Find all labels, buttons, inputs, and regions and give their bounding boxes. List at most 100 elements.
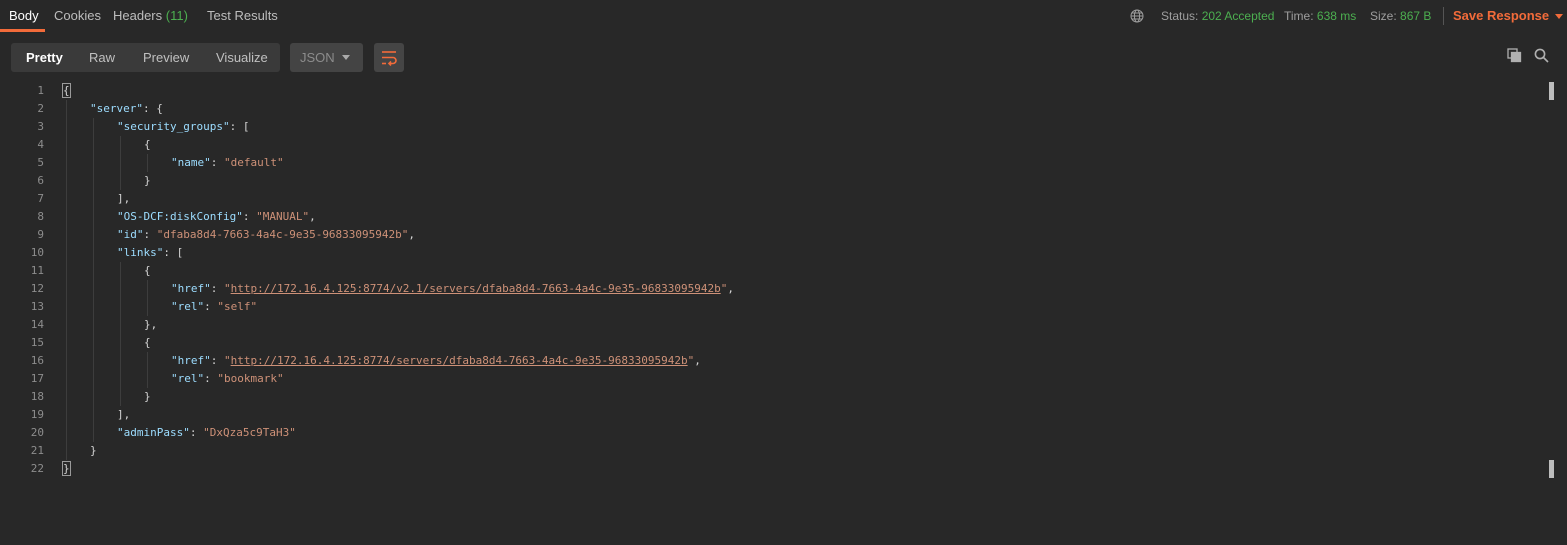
indent-guide	[120, 316, 121, 334]
indent-guide	[93, 352, 94, 370]
code-line: 5 "name": "default"	[0, 154, 1540, 172]
indent-guide	[66, 172, 67, 190]
code-content: ],	[117, 406, 130, 424]
indent-guide	[147, 280, 148, 298]
indent-guide	[66, 226, 67, 244]
indent-guide	[93, 388, 94, 406]
json-punctuation: :	[189, 426, 204, 439]
status-label: Status:	[1161, 9, 1199, 23]
json-string: "default"	[224, 156, 284, 169]
json-punctuation: }	[144, 390, 151, 403]
caret-down-icon	[1555, 14, 1564, 20]
size-indicator[interactable]: Size: 867 B	[1370, 0, 1431, 32]
view-visualize-button[interactable]: Visualize	[216, 43, 268, 72]
view-raw-button[interactable]: Raw	[89, 43, 115, 72]
save-response-label: Save Response	[1453, 8, 1550, 23]
time-indicator[interactable]: Time: 638 ms	[1284, 0, 1356, 32]
line-number: 7	[37, 192, 44, 205]
indent-guide	[66, 316, 67, 334]
size-label: Size:	[1370, 9, 1397, 23]
line-number: 6	[37, 174, 44, 187]
json-string: "DxQza5c9TaH3"	[203, 426, 296, 439]
indent-guide	[93, 316, 94, 334]
format-select-value: JSON	[300, 50, 335, 65]
divider	[1443, 7, 1444, 25]
code-line: 11 {	[0, 262, 1540, 280]
indent-guide	[66, 298, 67, 316]
tab-body[interactable]: Body	[9, 0, 39, 30]
scrollbar-thumb[interactable]	[1549, 82, 1554, 100]
code-line: 14},	[0, 316, 1540, 334]
json-punctuation: }	[144, 174, 151, 187]
json-key: "OS-DCF:diskConfig"	[117, 210, 243, 223]
json-key: "rel"	[171, 372, 205, 385]
save-response-button[interactable]: Save Response	[1453, 0, 1564, 32]
line-number: 5	[37, 156, 44, 169]
line-number: 16	[30, 354, 44, 367]
json-key: "security_groups"	[117, 120, 230, 133]
indent-guide	[93, 136, 94, 154]
code-content: }	[90, 442, 97, 460]
line-number: 11	[30, 264, 44, 277]
search-icon[interactable]	[1534, 48, 1549, 66]
scrollbar-thumb[interactable]	[1549, 460, 1554, 478]
status-value: 202 Accepted	[1201, 9, 1275, 23]
copy-icon[interactable]	[1507, 48, 1522, 66]
code-line: 19],	[0, 406, 1540, 424]
indent-guide	[120, 280, 121, 298]
url-link[interactable]: http://172.16.4.125:8774/v2.1/servers/df…	[231, 282, 721, 295]
json-punctuation: }	[90, 444, 97, 457]
active-tab-indicator	[0, 29, 45, 32]
indent-guide	[93, 334, 94, 352]
tab-test-results[interactable]: Test Results	[207, 0, 278, 30]
format-select[interactable]: JSON	[290, 43, 363, 72]
indent-guide	[66, 136, 67, 154]
time-value: 638 ms	[1316, 9, 1357, 23]
indent-guide	[120, 154, 121, 172]
line-number: 14	[30, 318, 44, 331]
code-content: "rel": "self"	[171, 298, 257, 316]
code-line: 15 {	[0, 334, 1540, 352]
code-content: "href": "http://172.16.4.125:8774/server…	[171, 352, 701, 370]
indent-guide	[147, 154, 148, 172]
code-line: 3 "security_groups": [	[0, 118, 1540, 136]
json-punctuation: :	[242, 210, 257, 223]
code-line: 16 "href": "http://172.16.4.125:8774/serv…	[0, 352, 1540, 370]
indent-guide	[66, 118, 67, 136]
json-key: "rel"	[171, 300, 205, 313]
code-line: 2 "server": {	[0, 100, 1540, 118]
wrap-lines-button[interactable]	[374, 43, 404, 72]
line-number: 20	[30, 426, 44, 439]
line-number: 17	[30, 372, 44, 385]
indent-guide	[93, 154, 94, 172]
code-content: {	[144, 136, 151, 154]
view-pretty-button[interactable]: Pretty	[26, 43, 63, 72]
json-punctuation: }	[62, 461, 71, 476]
line-number: 9	[37, 228, 44, 241]
line-number: 2	[37, 102, 44, 115]
response-body-editor[interactable]: 1{2 "server": {3 "security_groups": [4{5 "n…	[0, 82, 1545, 545]
code-line: 9 "id": "dfaba8d4-7663-4a4c-9e35-96833095…	[0, 226, 1540, 244]
indent-guide	[66, 280, 67, 298]
tab-cookies[interactable]: Cookies	[54, 0, 101, 30]
globe-icon[interactable]	[1130, 9, 1144, 23]
tab-headers-label: Headers	[113, 8, 163, 23]
indent-guide	[120, 298, 121, 316]
json-punctuation: ,	[694, 354, 701, 367]
json-key: "href"	[171, 354, 211, 367]
code-line: 20 "adminPass": "DxQza5c9TaH3"	[0, 424, 1540, 442]
indent-guide	[66, 262, 67, 280]
url-link[interactable]: http://172.16.4.125:8774/servers/dfaba8d…	[231, 354, 688, 367]
code-line: 18}	[0, 388, 1540, 406]
json-punctuation: :	[210, 354, 224, 367]
json-punctuation: {	[62, 83, 71, 98]
status-indicator[interactable]: Status: 202 Accepted	[1161, 0, 1274, 32]
indent-guide	[120, 136, 121, 154]
indent-guide	[66, 100, 67, 118]
indent-guide	[120, 352, 121, 370]
json-punctuation: {	[144, 336, 151, 349]
indent-guide	[93, 406, 94, 424]
json-string: "	[224, 282, 231, 295]
tab-headers[interactable]: Headers (11)	[113, 0, 188, 30]
view-preview-button[interactable]: Preview	[143, 43, 189, 72]
